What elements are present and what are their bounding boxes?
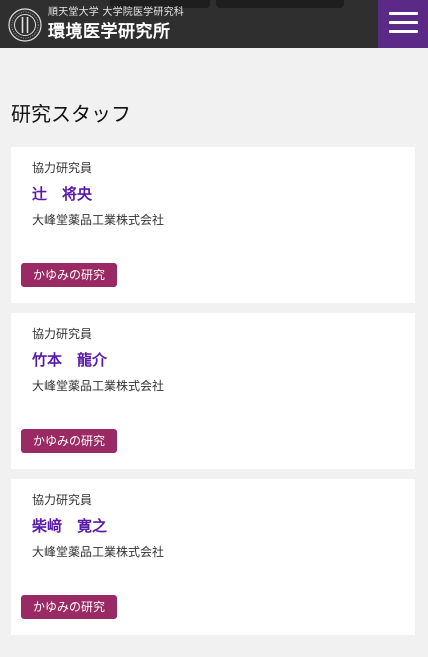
menu-button[interactable]	[378, 0, 428, 48]
section-title: 研究スタッフ	[11, 102, 131, 126]
staff-role: 協力研究員	[32, 493, 93, 507]
staff-card: 協力研究員 竹本 龍介 大峰堂薬品工業株式会社 かゆみの研究	[11, 313, 415, 469]
hamburger-icon	[389, 12, 418, 15]
institute-name[interactable]: 環境医学研究所	[48, 17, 171, 42]
staff-name-link[interactable]: 竹本 龍介	[32, 349, 107, 370]
staff-affiliation: 大峰堂薬品工業株式会社	[32, 545, 165, 559]
staff-card: 協力研究員 辻 将央 大峰堂薬品工業株式会社 かゆみの研究	[11, 147, 415, 303]
site-header: 順天堂大学 大学院医学研究科 環境医学研究所	[0, 0, 428, 48]
university-seal-icon	[8, 8, 42, 42]
hamburger-icon	[389, 21, 418, 24]
header-nav-tab[interactable]	[216, 0, 344, 8]
university-name: 順天堂大学 大学院医学研究科	[48, 7, 184, 18]
research-tag[interactable]: かゆみの研究	[21, 429, 118, 453]
hamburger-icon	[389, 30, 418, 33]
staff-role: 協力研究員	[32, 161, 93, 175]
staff-name-link[interactable]: 柴﨑 寛之	[32, 515, 107, 536]
research-tag[interactable]: かゆみの研究	[21, 263, 118, 287]
staff-affiliation: 大峰堂薬品工業株式会社	[32, 213, 165, 227]
staff-name-link[interactable]: 辻 将央	[32, 183, 92, 204]
research-tag[interactable]: かゆみの研究	[21, 595, 118, 619]
staff-affiliation: 大峰堂薬品工業株式会社	[32, 379, 165, 393]
staff-card: 協力研究員 柴﨑 寛之 大峰堂薬品工業株式会社 かゆみの研究	[11, 479, 415, 635]
staff-role: 協力研究員	[32, 327, 93, 341]
